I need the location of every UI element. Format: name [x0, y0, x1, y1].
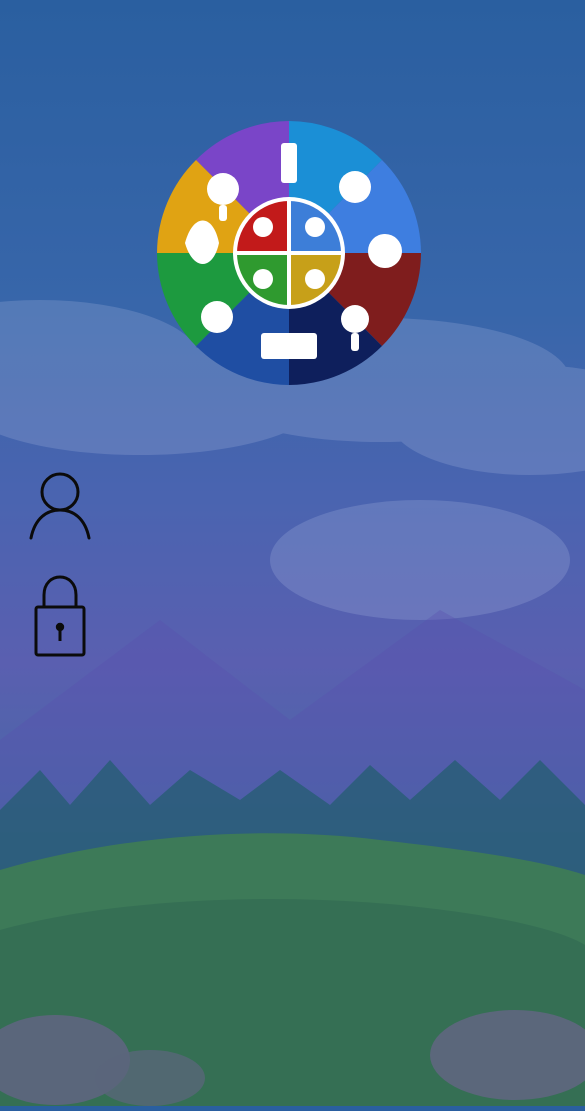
category-wheel-logo	[157, 121, 421, 385]
background-scene: user-icon lock-icon	[0, 0, 585, 1106]
inner-quadrants	[237, 201, 341, 305]
user-icon	[29, 472, 91, 540]
password-field[interactable]: lock-icon	[24, 575, 96, 657]
username-field[interactable]: user-icon	[24, 466, 96, 546]
lock-icon	[34, 575, 86, 657]
